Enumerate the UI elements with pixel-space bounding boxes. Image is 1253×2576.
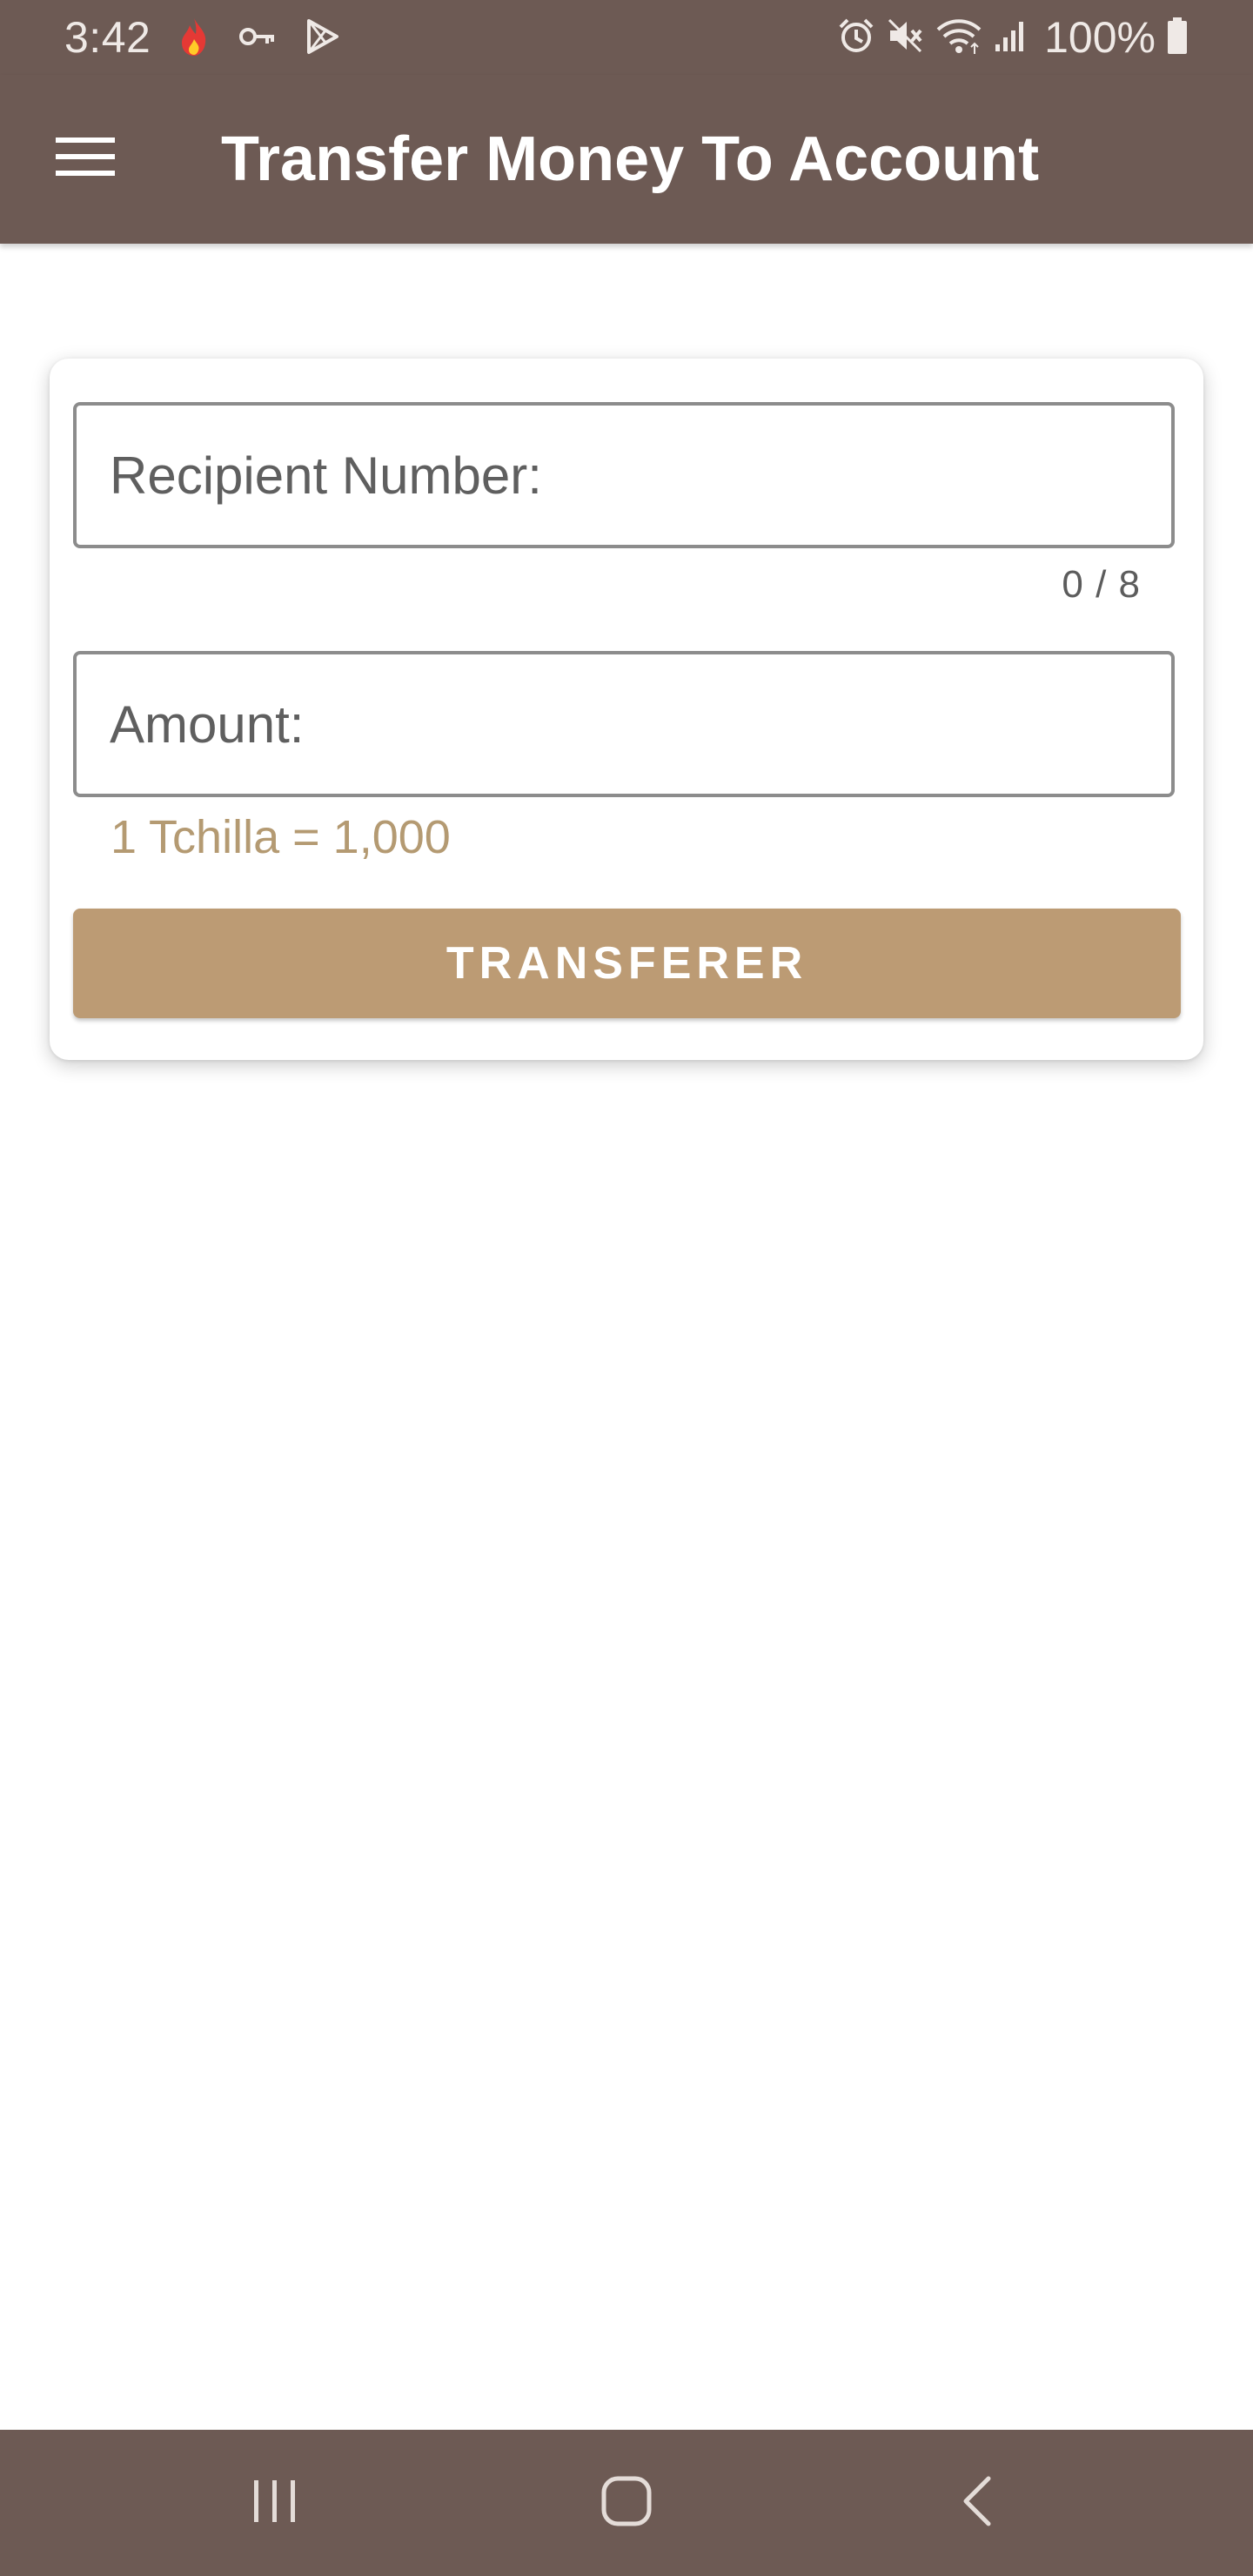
key-icon [238, 23, 277, 54]
status-bar: 3:42 100% [0, 0, 1253, 75]
status-right-icons: 100% [837, 12, 1189, 63]
app-bar: Transfer Money To Account [0, 75, 1253, 244]
alarm-icon [837, 17, 875, 59]
amount-helper-text: 1 Tchilla = 1,000 [111, 811, 451, 863]
play-store-icon [306, 18, 339, 59]
mute-icon [886, 17, 924, 59]
recent-apps-icon [251, 2479, 299, 2528]
navigation-bar [0, 2430, 1253, 2576]
back-icon [959, 2475, 994, 2532]
wifi-icon [935, 16, 983, 60]
transfer-form-card: 0 / 8 1 Tchilla = 1,000 TRANSFERER [50, 359, 1203, 1060]
home-icon [600, 2475, 653, 2532]
fire-icon [179, 17, 209, 61]
status-time: 3:42 [64, 13, 151, 62]
menu-button[interactable] [45, 125, 125, 191]
recipient-number-input[interactable] [77, 406, 1171, 545]
recipient-number-field[interactable] [73, 402, 1175, 548]
page-title: Transfer Money To Account [221, 124, 1040, 194]
menu-icon [56, 135, 115, 183]
signal-icon [994, 18, 1029, 57]
transfer-button[interactable]: TRANSFERER [73, 909, 1181, 1018]
amount-input[interactable] [77, 654, 1171, 794]
amount-field[interactable] [73, 651, 1175, 797]
home-button[interactable] [557, 2451, 696, 2555]
recent-apps-button[interactable] [205, 2451, 345, 2555]
battery-percentage: 100% [1044, 13, 1156, 62]
back-button[interactable] [907, 2451, 1046, 2555]
status-left-icons [179, 17, 339, 59]
recipient-character-counter: 0 / 8 [1062, 563, 1141, 606]
battery-icon [1166, 17, 1189, 59]
